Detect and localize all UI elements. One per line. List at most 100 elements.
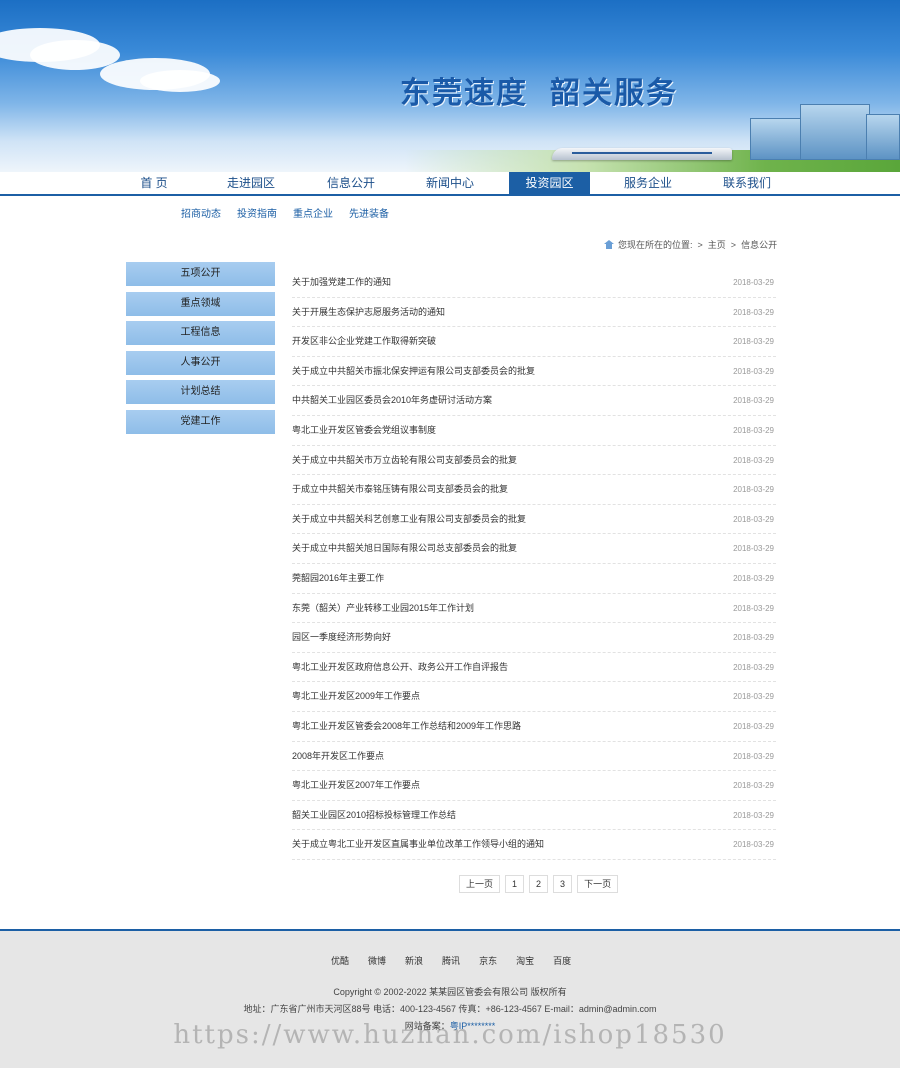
article-title[interactable]: 粤北工业开发区2007年工作要点 bbox=[292, 780, 420, 790]
nav-item-invest[interactable]: 投资园区 bbox=[509, 172, 590, 194]
breadcrumb-current: 信息公开 bbox=[741, 240, 778, 250]
article-date: 2018-03-29 bbox=[733, 396, 774, 406]
list-item[interactable]: 于成立中共韶关市泰铭压铸有限公司支部委员会的批复 2018-03-29 bbox=[292, 475, 776, 505]
sidebar: 五项公开 重点领域 工程信息 人事公开 计划总结 党建工作 bbox=[126, 262, 275, 440]
breadcrumb-separator: > bbox=[697, 240, 703, 250]
sidebar-item[interactable]: 重点领域 bbox=[126, 291, 275, 316]
article-title[interactable]: 关于成立中共韶关科艺创意工业有限公司支部委员会的批复 bbox=[292, 514, 526, 524]
article-title[interactable]: 关于开展生态保护志愿服务活动的通知 bbox=[292, 307, 445, 317]
article-title[interactable]: 于成立中共韶关市泰铭压铸有限公司支部委员会的批复 bbox=[292, 484, 508, 494]
article-date: 2018-03-29 bbox=[733, 307, 774, 317]
article-date: 2018-03-29 bbox=[733, 425, 774, 435]
breadcrumb-prefix: 您现在所在的位置: bbox=[618, 240, 693, 250]
list-item[interactable]: 粤北工业开发区管委会党组议事制度 2018-03-29 bbox=[292, 416, 776, 446]
list-item[interactable]: 粤北工业开发区政府信息公开、政务公开工作自评报告 2018-03-29 bbox=[292, 653, 776, 683]
article-date: 2018-03-29 bbox=[733, 692, 774, 702]
list-item[interactable]: 莞韶园2016年主要工作 2018-03-29 bbox=[292, 564, 776, 594]
nav-item-about[interactable]: 走进园区 bbox=[217, 172, 285, 194]
pagination: 上一页 1 2 3 下一页 bbox=[459, 874, 623, 893]
subnav-item[interactable]: 先进装备 bbox=[349, 209, 389, 220]
nav-item-contact[interactable]: 联系我们 bbox=[713, 172, 781, 194]
list-item[interactable]: 关于成立中共韶关旭日国际有限公司总支部委员会的批复 2018-03-29 bbox=[292, 534, 776, 564]
article-date: 2018-03-29 bbox=[733, 573, 774, 583]
article-title[interactable]: 粤北工业开发区管委会党组议事制度 bbox=[292, 425, 436, 435]
article-title[interactable]: 关于加强党建工作的通知 bbox=[292, 277, 391, 287]
list-item[interactable]: 关于成立粤北工业开发区直属事业单位改革工作领导小组的通知 2018-03-29 bbox=[292, 830, 776, 860]
article-date: 2018-03-29 bbox=[733, 633, 774, 643]
article-title[interactable]: 关于成立粤北工业开发区直属事业单位改革工作领导小组的通知 bbox=[292, 839, 544, 849]
breadcrumb: 您现在所在的位置: > 主页 > 信息公开 bbox=[604, 238, 777, 251]
building-decoration bbox=[866, 114, 900, 160]
article-title[interactable]: 2008年开发区工作要点 bbox=[292, 751, 384, 761]
subnav-item[interactable]: 招商动态 bbox=[181, 209, 221, 220]
list-item[interactable]: 中共韶关工业园区委员会2010年务虚研讨活动方案 2018-03-29 bbox=[292, 386, 776, 416]
sidebar-item[interactable]: 党建工作 bbox=[126, 409, 275, 434]
article-date: 2018-03-29 bbox=[733, 662, 774, 672]
list-item[interactable]: 关于成立中共韶关市万立齿轮有限公司支部委员会的批复 2018-03-29 bbox=[292, 446, 776, 476]
article-title[interactable]: 园区一季度经济形势向好 bbox=[292, 632, 391, 642]
article-date: 2018-03-29 bbox=[733, 455, 774, 465]
sidebar-item[interactable]: 人事公开 bbox=[126, 350, 275, 375]
article-title[interactable]: 开发区非公企业党建工作取得新突破 bbox=[292, 336, 436, 346]
article-date: 2018-03-29 bbox=[733, 810, 774, 820]
article-title[interactable]: 粤北工业开发区政府信息公开、政务公开工作自评报告 bbox=[292, 662, 508, 672]
page-number-button[interactable]: 3 bbox=[553, 875, 573, 893]
article-title[interactable]: 关于成立中共韶关市万立齿轮有限公司支部委员会的批复 bbox=[292, 455, 517, 465]
nav-item-info[interactable]: 信息公开 bbox=[317, 172, 385, 194]
article-title[interactable]: 关于成立中共韶关旭日国际有限公司总支部委员会的批复 bbox=[292, 543, 517, 553]
list-item[interactable]: 关于成立中共韶关市振北保安押运有限公司支部委员会的批复 2018-03-29 bbox=[292, 357, 776, 387]
footer-link[interactable]: 微博 bbox=[368, 956, 386, 966]
footer-link[interactable]: 新浪 bbox=[405, 956, 423, 966]
list-item[interactable]: 韶关工业园区2010招标投标管理工作总结 2018-03-29 bbox=[292, 801, 776, 831]
footer-link[interactable]: 京东 bbox=[479, 956, 497, 966]
article-date: 2018-03-29 bbox=[733, 366, 774, 376]
article-date: 2018-03-29 bbox=[733, 278, 774, 287]
list-item[interactable]: 粤北工业开发区管委会2008年工作总结和2009年工作思路 2018-03-29 bbox=[292, 712, 776, 742]
cloud-decoration bbox=[140, 70, 220, 92]
list-item[interactable]: 粤北工业开发区2007年工作要点 2018-03-29 bbox=[292, 771, 776, 801]
list-item[interactable]: 2008年开发区工作要点 2018-03-29 bbox=[292, 742, 776, 772]
footer: 优酷 微博 新浪 腾讯 京东 淘宝 百度 Copyright © 2002-2022 某某园… bbox=[0, 929, 900, 1068]
article-date: 2018-03-29 bbox=[733, 337, 774, 347]
building-decoration bbox=[750, 118, 804, 160]
list-item[interactable]: 关于成立中共韶关科艺创意工业有限公司支部委员会的批复 2018-03-29 bbox=[292, 505, 776, 535]
banner-slogan: 东莞速度 韶关服务 bbox=[400, 68, 678, 112]
list-item[interactable]: 东莞（韶关）产业转移工业园2015年工作计划 2018-03-29 bbox=[292, 594, 776, 624]
page-number-button[interactable]: 1 bbox=[505, 875, 525, 893]
sidebar-item[interactable]: 五项公开 bbox=[126, 262, 275, 286]
breadcrumb-home-link[interactable]: 主页 bbox=[708, 240, 726, 250]
article-list: 关于加强党建工作的通知 2018-03-29 关于开展生态保护志愿服务活动的通知 2… bbox=[292, 268, 776, 860]
next-page-button[interactable]: 下一页 bbox=[577, 875, 619, 893]
footer-link[interactable]: 淘宝 bbox=[516, 956, 534, 966]
footer-copyright: Copyright © 2002-2022 某某园区管委会有限公司 版权所有 bbox=[333, 987, 567, 997]
article-title[interactable]: 粤北工业开发区管委会2008年工作总结和2009年工作思路 bbox=[292, 721, 521, 731]
sidebar-item[interactable]: 计划总结 bbox=[126, 380, 275, 405]
sidebar-item[interactable]: 工程信息 bbox=[126, 321, 275, 346]
article-date: 2018-03-29 bbox=[733, 840, 774, 850]
article-title[interactable]: 韶关工业园区2010招标投标管理工作总结 bbox=[292, 810, 456, 820]
article-title[interactable]: 粤北工业开发区2009年工作要点 bbox=[292, 691, 420, 701]
list-item[interactable]: 关于开展生态保护志愿服务活动的通知 2018-03-29 bbox=[292, 298, 776, 328]
list-item[interactable]: 园区一季度经济形势向好 2018-03-29 bbox=[292, 623, 776, 653]
article-title[interactable]: 关于成立中共韶关市振北保安押运有限公司支部委员会的批复 bbox=[292, 366, 535, 376]
nav-item-news[interactable]: 新闻中心 bbox=[416, 172, 484, 194]
breadcrumb-separator: > bbox=[730, 240, 737, 250]
article-date: 2018-03-29 bbox=[733, 751, 774, 761]
article-title[interactable]: 中共韶关工业园区委员会2010年务虚研讨活动方案 bbox=[292, 395, 492, 405]
footer-link[interactable]: 百度 bbox=[553, 956, 571, 966]
sub-nav: 招商动态 投资指南 重点企业 先进装备 bbox=[181, 205, 405, 220]
footer-link[interactable]: 腾讯 bbox=[442, 956, 460, 966]
list-item[interactable]: 关于加强党建工作的通知 2018-03-29 bbox=[292, 268, 776, 298]
article-title[interactable]: 莞韶园2016年主要工作 bbox=[292, 573, 384, 583]
footer-link[interactable]: 优酷 bbox=[331, 956, 349, 966]
list-item[interactable]: 粤北工业开发区2009年工作要点 2018-03-29 bbox=[292, 682, 776, 712]
nav-item-services[interactable]: 服务企业 bbox=[614, 172, 682, 194]
nav-item-home[interactable]: 首 页 bbox=[120, 172, 188, 194]
subnav-item[interactable]: 投资指南 bbox=[237, 209, 277, 220]
page-number-button[interactable]: 2 bbox=[529, 875, 549, 893]
footer-address: 地址：广东省广州市天河区88号 电话：400-123-4567 传真：+86-1… bbox=[243, 1004, 657, 1014]
article-title[interactable]: 东莞（韶关）产业转移工业园2015年工作计划 bbox=[292, 603, 474, 613]
list-item[interactable]: 开发区非公企业党建工作取得新突破 2018-03-29 bbox=[292, 327, 776, 357]
prev-page-button[interactable]: 上一页 bbox=[459, 875, 501, 893]
subnav-item[interactable]: 重点企业 bbox=[293, 209, 333, 220]
